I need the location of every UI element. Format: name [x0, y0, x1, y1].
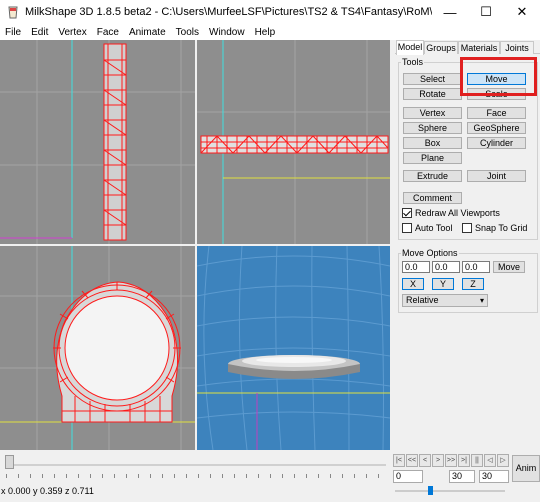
timeline-slider-track[interactable] [6, 464, 386, 466]
y-axis-toggle[interactable]: Y [432, 278, 454, 290]
redraw-all-viewports-checkbox[interactable]: Redraw All Viewports [402, 208, 500, 218]
joint-button[interactable]: Joint [467, 170, 526, 182]
viewport-side[interactable] [0, 246, 195, 450]
fast-forward-button[interactable]: >| [458, 454, 470, 467]
sphere-button[interactable]: Sphere [403, 122, 462, 134]
menu-animate[interactable]: Animate [124, 27, 171, 38]
move-z-input[interactable]: 0.0 [462, 261, 490, 273]
zoom-slider-track[interactable] [395, 490, 505, 492]
first-frame-button[interactable]: |< [393, 454, 405, 467]
plane-button[interactable]: Plane [403, 152, 462, 164]
checkbox-unchecked-icon [462, 223, 472, 233]
prev-frame-button[interactable]: > [432, 454, 444, 467]
extrude-button[interactable]: Extrude [403, 170, 462, 182]
snap-to-grid-label: Snap To Grid [475, 223, 528, 233]
auto-tool-label: Auto Tool [415, 223, 453, 233]
move-button[interactable]: Move [467, 73, 526, 85]
next-frame-button[interactable]: >> [445, 454, 457, 467]
move-x-input[interactable]: 0.0 [402, 261, 430, 273]
play-button[interactable]: ▷ [497, 454, 509, 467]
redraw-all-viewports-label: Redraw All Viewports [415, 208, 500, 218]
menu-tools[interactable]: Tools [171, 27, 204, 38]
rotate-button[interactable]: Rotate [403, 88, 462, 100]
title-bar: MilkShape 3D 1.8.5 beta2 - C:\Users\Murf… [0, 0, 540, 24]
menu-edit[interactable]: Edit [26, 27, 53, 38]
viewport-front[interactable] [0, 40, 195, 244]
viewport-3d[interactable] [197, 246, 390, 450]
checkbox-unchecked-icon [402, 223, 412, 233]
status-bar: x 0.000 y 0.359 z 0.711 [1, 486, 94, 496]
move-apply-button[interactable]: Move [493, 261, 525, 273]
tools-group-label: Tools [401, 57, 425, 67]
viewport-top[interactable] [197, 40, 390, 244]
box-button[interactable]: Box [403, 137, 462, 149]
move-mode-value: Relative [406, 295, 439, 305]
timeline-slider-thumb[interactable] [5, 455, 14, 469]
cylinder-button[interactable]: Cylinder [467, 137, 526, 149]
tab-groups[interactable]: Groups [424, 41, 458, 54]
last-frame-button[interactable]: || [471, 454, 483, 467]
frame-start-field[interactable]: 0 [393, 470, 423, 483]
move-y-input[interactable]: 0.0 [432, 261, 460, 273]
move-options-label: Move Options [401, 248, 459, 258]
close-button[interactable]: ✕ [504, 0, 540, 24]
timeline-ticks [6, 474, 386, 478]
menu-vertex[interactable]: Vertex [53, 27, 91, 38]
zoom-slider-thumb[interactable] [428, 486, 433, 495]
menu-window[interactable]: Window [204, 27, 250, 38]
rewind-button[interactable]: < [419, 454, 431, 467]
menu-file[interactable]: File [0, 27, 26, 38]
vertex-button[interactable]: Vertex [403, 107, 462, 119]
auto-tool-checkbox[interactable]: Auto Tool [402, 223, 452, 233]
comment-button[interactable]: Comment [403, 192, 462, 204]
anim-button[interactable]: Anim [512, 455, 540, 482]
select-button[interactable]: Select [403, 73, 462, 85]
menu-help[interactable]: Help [250, 27, 281, 38]
geosphere-button[interactable]: GeoSphere [467, 122, 526, 134]
tab-strip: Model Groups Materials Joints [395, 40, 540, 55]
checkbox-checked-icon [402, 208, 412, 218]
z-axis-toggle[interactable]: Z [462, 278, 484, 290]
tab-materials[interactable]: Materials [458, 41, 500, 54]
menu-face[interactable]: Face [92, 27, 124, 38]
tab-model[interactable]: Model [396, 40, 424, 55]
maximize-button[interactable]: ☐ [468, 0, 504, 24]
window-title: MilkShape 3D 1.8.5 beta2 - C:\Users\Murf… [25, 6, 432, 18]
milkshape-logo-icon [6, 5, 20, 19]
prev-key-button[interactable]: << [406, 454, 418, 467]
snap-to-grid-checkbox[interactable]: Snap To Grid [462, 223, 527, 233]
play-back-button[interactable]: ◁ [484, 454, 496, 467]
chevron-down-icon: ▾ [479, 296, 484, 305]
scale-button[interactable]: Scale [467, 88, 526, 100]
move-mode-select[interactable]: Relative ▾ [402, 294, 488, 307]
frame-current-field[interactable]: 30 [449, 470, 475, 483]
minimize-button[interactable]: — [432, 0, 468, 24]
frame-end-field[interactable]: 30 [479, 470, 509, 483]
tab-joints[interactable]: Joints [500, 41, 534, 54]
menu-bar: File Edit Vertex Face Animate Tools Wind… [0, 24, 540, 40]
x-axis-toggle[interactable]: X [402, 278, 424, 290]
face-button[interactable]: Face [467, 107, 526, 119]
tool-panel: Model Groups Materials Joints Tools Sele… [395, 40, 540, 450]
